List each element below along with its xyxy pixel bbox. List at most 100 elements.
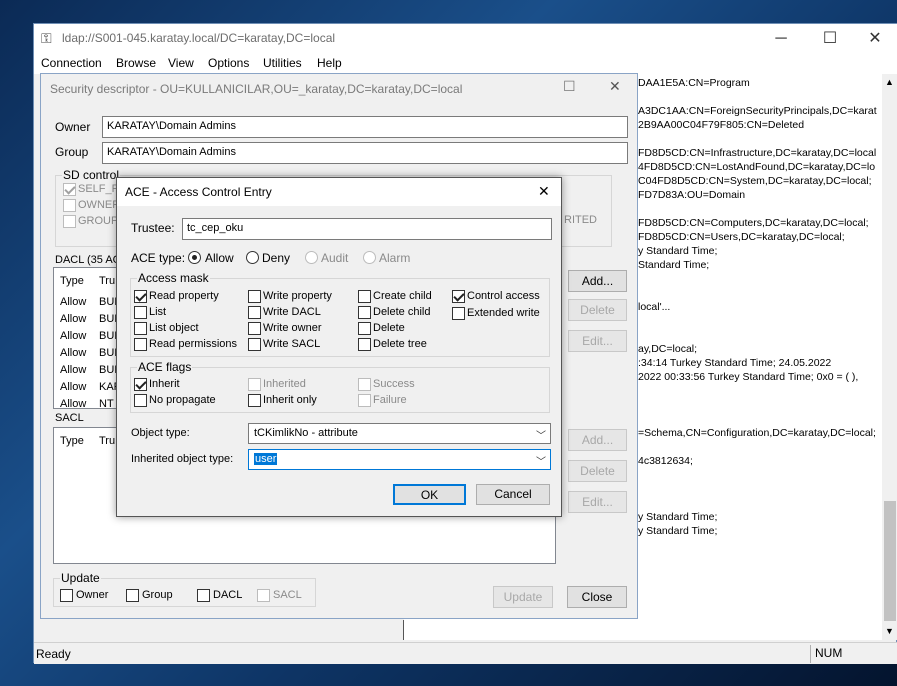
maximize-icon[interactable]: ☐ bbox=[563, 78, 576, 95]
write-dacl-checkbox[interactable] bbox=[248, 306, 261, 319]
table-row[interactable]: Allow bbox=[60, 347, 86, 359]
maximize-icon[interactable]: ☐ bbox=[807, 24, 853, 54]
close-icon[interactable]: ✕ bbox=[852, 24, 897, 54]
group-field[interactable]: KARATAY\Domain Admins bbox=[102, 142, 628, 164]
list-object-checkbox[interactable] bbox=[134, 322, 147, 335]
chevron-down-icon[interactable]: ﹀ bbox=[536, 427, 546, 442]
inherited-fragment-label: RITED bbox=[564, 214, 597, 226]
create-child-checkbox[interactable] bbox=[358, 290, 371, 303]
update-dacl-checkbox[interactable] bbox=[197, 589, 210, 602]
read-property-checkbox[interactable] bbox=[134, 290, 147, 303]
menu-view[interactable]: View bbox=[168, 56, 194, 70]
no-propagate-label: No propagate bbox=[149, 394, 216, 406]
ok-button[interactable]: OK bbox=[393, 484, 466, 505]
dacl-delete-button[interactable]: Delete bbox=[568, 299, 627, 321]
table-cell: BUI bbox=[99, 364, 118, 376]
inherited-checkbox[interactable] bbox=[248, 378, 261, 391]
owner-defaulted-checkbox[interactable] bbox=[63, 199, 76, 212]
self-relative-checkbox[interactable] bbox=[63, 183, 76, 196]
inherit-only-label: Inherit only bbox=[263, 394, 317, 406]
read-permissions-label: Read permissions bbox=[149, 338, 238, 350]
chevron-down-icon[interactable]: ﹀ bbox=[536, 453, 546, 468]
object-type-select[interactable]: tCKimlikNo - attribute ﹀ bbox=[248, 423, 551, 444]
inherited-object-type-label: Inherited object type: bbox=[131, 453, 234, 465]
no-propagate-checkbox[interactable] bbox=[134, 394, 147, 407]
inherited-object-type-select[interactable]: user ﹀ bbox=[248, 449, 551, 470]
ace-title-bar[interactable]: ACE - Access Control Entry ✕ bbox=[117, 178, 561, 206]
success-checkbox[interactable] bbox=[358, 378, 371, 391]
scroll-up-icon[interactable]: ▲ bbox=[885, 77, 894, 87]
success-label: Success bbox=[373, 378, 415, 390]
dacl-edit-button[interactable]: Edit... bbox=[568, 330, 627, 352]
delete-tree-checkbox[interactable] bbox=[358, 338, 371, 351]
table-row[interactable]: Allow bbox=[60, 381, 86, 393]
scroll-thumb[interactable] bbox=[884, 501, 896, 621]
menu-connection[interactable]: Connection bbox=[41, 56, 102, 70]
table-row[interactable]: Allow bbox=[60, 296, 86, 308]
update-sacl-checkbox[interactable] bbox=[257, 589, 270, 602]
trustee-label: Trustee: bbox=[131, 221, 175, 235]
object-type-label: Object type: bbox=[131, 427, 190, 439]
owner-field[interactable]: KARATAY\Domain Admins bbox=[102, 116, 628, 138]
sd-close-button[interactable]: Close bbox=[567, 586, 627, 608]
close-icon[interactable]: ✕ bbox=[538, 183, 550, 200]
cancel-button[interactable]: Cancel bbox=[476, 484, 550, 505]
table-row[interactable]: Allow bbox=[60, 364, 86, 376]
ldp-app-icon: ⚿ bbox=[41, 30, 52, 46]
table-row[interactable]: Allow bbox=[60, 313, 86, 325]
table-row[interactable]: Allow bbox=[60, 330, 86, 342]
table-cell: BUI bbox=[99, 330, 118, 342]
update-group-label: Group bbox=[142, 589, 173, 601]
delete-checkbox[interactable] bbox=[358, 322, 371, 335]
ace-flags-group: ACE flags Inherit Inherited Success No p… bbox=[130, 360, 550, 413]
dacl-col-type[interactable]: Type bbox=[60, 275, 84, 287]
write-sacl-checkbox[interactable] bbox=[248, 338, 261, 351]
update-owner-checkbox[interactable] bbox=[60, 589, 73, 602]
scroll-down-icon[interactable]: ▼ bbox=[885, 626, 894, 636]
inherit-checkbox[interactable] bbox=[134, 378, 147, 391]
list-checkbox[interactable] bbox=[134, 306, 147, 319]
ace-type-audit-radio[interactable] bbox=[305, 251, 318, 264]
close-icon[interactable]: ✕ bbox=[609, 78, 621, 95]
ldp-title-bar[interactable]: ⚿ ldap://S001-045.karatay.local/DC=karat… bbox=[34, 24, 897, 54]
update-sacl-label: SACL bbox=[273, 589, 302, 601]
ace-type-deny-radio[interactable] bbox=[246, 251, 259, 264]
menu-help[interactable]: Help bbox=[317, 56, 342, 70]
menu-utilities[interactable]: Utilities bbox=[263, 56, 302, 70]
failure-checkbox[interactable] bbox=[358, 394, 371, 407]
sacl-col-trustee[interactable]: Tru bbox=[99, 435, 115, 447]
sacl-add-button[interactable]: Add... bbox=[568, 429, 627, 451]
delete-child-checkbox[interactable] bbox=[358, 306, 371, 319]
update-button[interactable]: Update bbox=[493, 586, 553, 608]
pane-splitter[interactable] bbox=[403, 620, 404, 640]
sacl-edit-button[interactable]: Edit... bbox=[568, 491, 627, 513]
group-defaulted-checkbox[interactable] bbox=[63, 215, 76, 228]
output-line: local'... bbox=[638, 301, 671, 313]
output-line: 2022 00:33:56 Turkey Standard Time; 0x0 … bbox=[638, 371, 859, 383]
output-line: y Standard Time; bbox=[638, 245, 718, 257]
ace-type-alarm-radio[interactable] bbox=[363, 251, 376, 264]
extended-write-checkbox[interactable] bbox=[452, 307, 465, 320]
control-access-checkbox[interactable] bbox=[452, 290, 465, 303]
ace-type-allow-radio[interactable] bbox=[188, 251, 201, 264]
update-group-checkbox[interactable] bbox=[126, 589, 139, 602]
num-lock-indicator: NUM bbox=[810, 645, 890, 663]
read-permissions-checkbox[interactable] bbox=[134, 338, 147, 351]
inherit-only-checkbox[interactable] bbox=[248, 394, 261, 407]
write-property-checkbox[interactable] bbox=[248, 290, 261, 303]
control-access-label: Control access bbox=[467, 290, 540, 302]
menu-options[interactable]: Options bbox=[208, 56, 249, 70]
write-owner-checkbox[interactable] bbox=[248, 322, 261, 335]
minimize-icon[interactable]: ─ bbox=[758, 24, 804, 54]
trustee-field[interactable]: tc_cep_oku bbox=[182, 218, 552, 240]
sacl-col-type[interactable]: Type bbox=[60, 435, 84, 447]
update-dacl-label: DACL bbox=[213, 589, 243, 601]
delete-tree-label: Delete tree bbox=[373, 338, 427, 350]
dacl-add-button[interactable]: Add... bbox=[568, 270, 627, 292]
table-row[interactable]: Allow bbox=[60, 398, 86, 408]
sacl-delete-button[interactable]: Delete bbox=[568, 460, 627, 482]
ace-type-label: ACE type: bbox=[131, 251, 186, 265]
dacl-col-trustee[interactable]: Tru bbox=[99, 275, 115, 287]
menu-browse[interactable]: Browse bbox=[116, 56, 156, 70]
output-line: FD8D5CD:CN=Computers,DC=karatay,DC=local… bbox=[638, 217, 869, 229]
